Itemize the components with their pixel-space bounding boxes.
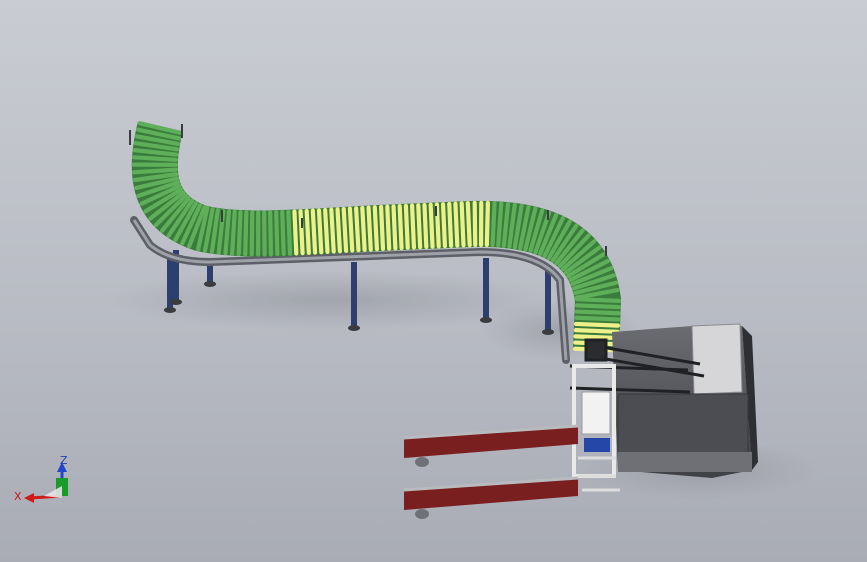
yellow-roller [335,207,342,254]
yellow-roller [447,201,454,248]
green-roller [490,201,497,248]
green-roller [574,303,621,310]
green-roller [574,315,621,322]
green-roller [268,210,274,257]
yellow-roller [323,207,330,255]
green-roller [286,209,293,256]
yellow-roller [298,209,305,256]
yellow-roller [372,205,380,252]
yellow-roller [310,208,318,255]
green-roller [230,209,237,256]
green-roller [274,210,280,257]
green-roller [574,309,621,316]
model-view[interactable]: X Z [0,0,867,562]
yellow-roller [459,201,466,248]
green-roller [574,297,622,303]
yellow-roller [434,202,441,249]
yellow-roller [347,206,355,253]
yellow-roller [465,200,472,248]
palletizer-machine[interactable] [612,323,758,478]
output-chain-conveyors [403,424,579,519]
yellow-roller [453,201,460,248]
yellow-roller [316,208,324,255]
yellow-roller [329,207,336,254]
leg-foot [170,299,182,305]
yellow-roller [397,204,404,251]
leg-foot [204,281,216,287]
leg-foot [348,325,360,331]
yellow-roller [484,200,490,248]
yellow-roller [428,202,435,249]
yellow-roller [391,204,398,251]
yellow-roller [385,204,392,251]
axis-x-label: X [14,490,22,503]
yellow-roller [573,321,621,328]
yellow-roller [416,203,423,250]
yellow-roller [379,204,386,251]
yellow-roller [403,203,410,250]
green-roller [243,210,249,257]
yellow-roller [304,208,311,256]
green-roller [496,201,504,248]
yellow-roller [366,205,373,252]
chain-conveyor [403,424,579,467]
yellow-roller [573,334,620,341]
green-roller [236,210,243,257]
yellow-roller [472,200,478,247]
yellow-roller [422,202,429,250]
green-roller [131,155,179,162]
axis-z-label: Z [60,454,68,467]
axis-triad: X Z [14,454,68,503]
yellow-roller [409,203,417,250]
yellow-roller [292,209,299,256]
green-roller [131,167,178,175]
yellow-roller [341,206,349,253]
yellow-roller [360,205,367,252]
yellow-roller [440,202,448,249]
yellow-roller [573,328,620,334]
leg-foot [164,307,176,313]
yellow-roller [354,206,361,253]
green-roller [280,209,286,257]
cad-viewport[interactable]: X Z [0,0,867,562]
leg-foot [480,317,492,323]
chain-conveyor [403,476,579,519]
leg-foot [542,329,554,335]
